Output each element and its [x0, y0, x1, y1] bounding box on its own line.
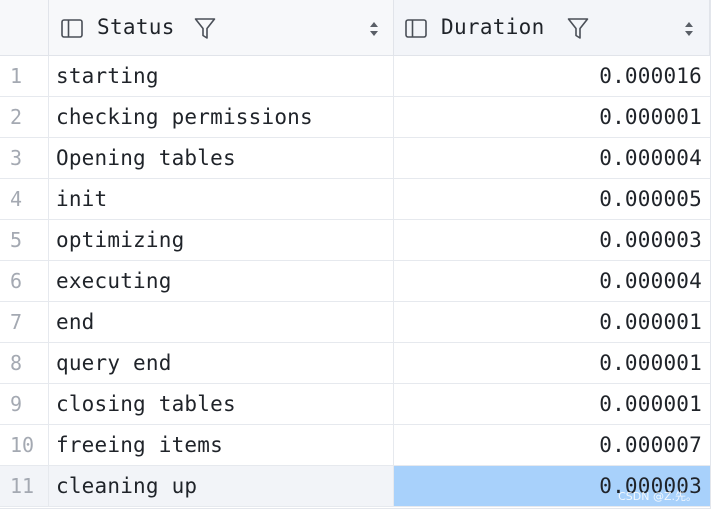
- duration-cell[interactable]: 0.000001: [393, 302, 710, 342]
- table-row[interactable]: 8 query end 0.000001: [0, 343, 710, 384]
- table-row[interactable]: 7 end 0.000001: [0, 302, 710, 343]
- duration-cell[interactable]: 0.000004: [393, 138, 710, 178]
- filter-icon[interactable]: [567, 17, 589, 41]
- status-cell[interactable]: checking permissions: [48, 97, 393, 137]
- duration-cell[interactable]: 0.000001: [393, 97, 710, 137]
- status-cell[interactable]: cleaning up: [48, 466, 393, 506]
- column-header-label: Duration: [441, 15, 545, 39]
- row-number: 9: [10, 392, 23, 416]
- table-row[interactable]: 3 Opening tables 0.000004: [0, 138, 710, 179]
- table-row[interactable]: 4 init 0.000005: [0, 179, 710, 220]
- duration-cell[interactable]: 0.000007: [393, 425, 710, 465]
- duration-cell[interactable]: 0.000001: [393, 384, 710, 424]
- status-cell[interactable]: freeing items: [48, 425, 393, 465]
- duration-cell[interactable]: 0.000005: [393, 179, 710, 219]
- table-row[interactable]: 1 starting 0.000016: [0, 56, 710, 97]
- duration-cell[interactable]: 0.000001: [393, 343, 710, 383]
- table-row[interactable]: 6 executing 0.000004: [0, 261, 710, 302]
- row-number: 2: [10, 105, 23, 129]
- result-grid: Status Duration 1 starting 0.000016 2 ch…: [0, 0, 711, 509]
- table-row[interactable]: 10 freeing items 0.000007: [0, 425, 710, 466]
- sort-icon[interactable]: [369, 21, 379, 37]
- column-icon: [405, 19, 427, 38]
- row-number: 10: [10, 433, 35, 457]
- table-row[interactable]: 5 optimizing 0.000003: [0, 220, 710, 261]
- sort-icon[interactable]: [684, 21, 694, 37]
- duration-cell[interactable]: 0.000016: [393, 56, 710, 96]
- row-number: 4: [10, 187, 23, 211]
- grid-header: Status Duration: [0, 0, 710, 56]
- table-row[interactable]: 2 checking permissions 0.000001: [0, 97, 710, 138]
- status-cell[interactable]: init: [48, 179, 393, 219]
- row-number: 3: [10, 146, 23, 170]
- table-row-selected[interactable]: 11 cleaning up 0.000003: [0, 466, 710, 507]
- column-header-status[interactable]: Status: [48, 0, 393, 55]
- duration-cell[interactable]: 0.000004: [393, 261, 710, 301]
- table-row[interactable]: 9 closing tables 0.000001: [0, 384, 710, 425]
- duration-cell[interactable]: 0.000003: [393, 220, 710, 260]
- status-cell[interactable]: optimizing: [48, 220, 393, 260]
- status-cell[interactable]: end: [48, 302, 393, 342]
- status-cell[interactable]: query end: [48, 343, 393, 383]
- row-number: 11: [10, 474, 35, 498]
- status-cell[interactable]: closing tables: [48, 384, 393, 424]
- column-header-label: Status: [97, 15, 175, 39]
- watermark: CSDN @Z.先。: [618, 490, 697, 503]
- status-cell[interactable]: starting: [48, 56, 393, 96]
- column-icon: [61, 19, 83, 38]
- row-number: 5: [10, 228, 23, 252]
- column-header-duration[interactable]: Duration: [393, 0, 710, 55]
- row-number: 8: [10, 351, 23, 375]
- row-number: 6: [10, 269, 23, 293]
- row-number: 1: [10, 64, 23, 88]
- status-cell[interactable]: executing: [48, 261, 393, 301]
- status-cell[interactable]: Opening tables: [48, 138, 393, 178]
- row-number: 7: [10, 310, 23, 334]
- filter-icon[interactable]: [194, 17, 216, 41]
